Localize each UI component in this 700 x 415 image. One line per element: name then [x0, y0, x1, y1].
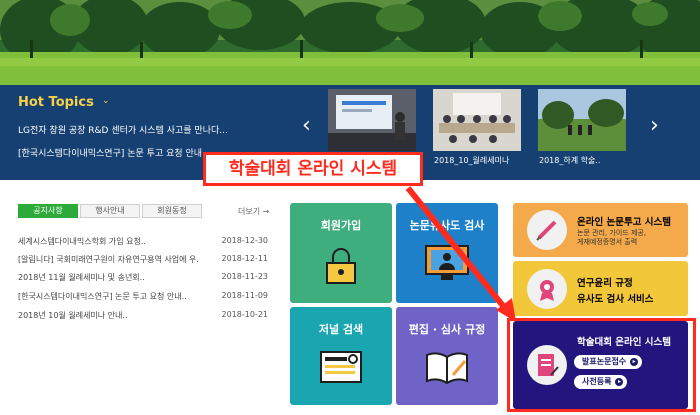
research-ethics-card[interactable]: 연구윤리 규정 유사도 검사 서비스 [513, 261, 688, 316]
highlight-frame [507, 318, 696, 412]
hot-topic-link[interactable]: LG전자 창원 공장 R&D 센터가 시스템 사고를 만나다... [18, 123, 293, 136]
list-item[interactable]: 2018년 10월 월례세미나 안내.. 2018-10-21 [18, 310, 268, 321]
thumbnail-caption: 2018_10_월례세미나 [434, 156, 510, 165]
online-submission-card[interactable]: 온라인 논문투고 시스템 논문 관리, 가이드 제공, 게재예정증명서 출력 [513, 203, 688, 257]
tab-member-news[interactable]: 회원동정 [142, 204, 202, 218]
list-item[interactable]: [한국시스템다이내믹스연구] 논문 투고 요청 안내.. 2018-11-09 [18, 291, 268, 302]
list-item-title: 세계시스템다이내믹스학회 가입 요청.. [18, 237, 146, 246]
list-item-title: [한국시스템다이내믹스연구] 논문 투고 요청 안내.. [18, 292, 187, 301]
lock-icon [326, 248, 356, 284]
page: Hot Topics ⌄ LG전자 창원 공장 R&D 센터가 시스템 사고를 … [0, 0, 700, 415]
journal-search-label: 저널 검색 [318, 323, 364, 336]
tab-events[interactable]: 행사안내 [80, 204, 140, 218]
list-item-date: 2018-11-09 [221, 291, 269, 300]
card-subtitle: 유사도 검사 서비스 [577, 294, 654, 305]
card-subtitle: 논문 관리, 가이드 제공, 게재예정증명서 출력 [577, 229, 647, 246]
similarity-tile[interactable]: 논문유사도 검사 [396, 203, 498, 303]
golf-course-image [0, 0, 700, 85]
list-item-title: 2018년 10월 월례세미나 안내.. [18, 311, 128, 320]
annotation-callout: 학술대회 온라인 시스템 [203, 152, 423, 186]
list-item-title: [알림니다] 국회미래연구원이 자유연구용역 사업에 우... [18, 255, 198, 264]
thumbnail-summer[interactable] [538, 89, 626, 151]
thumbnail-caption: 2018_하계 학술.. [539, 156, 601, 165]
hot-topics-title: Hot Topics [18, 95, 94, 110]
join-tile[interactable]: 회원가입 [290, 203, 392, 303]
monitor-icon [425, 245, 469, 280]
list-item-date: 2018-10-21 [221, 310, 269, 319]
list-item-date: 2018-12-11 [221, 254, 269, 263]
chevron-down-icon[interactable]: ⌄ [102, 96, 110, 106]
list-item[interactable]: 2018년 11월 월례세미나 및 송년회.. 2018-11-23 [18, 272, 268, 283]
list-item-title: 2018년 11월 월례세미나 및 송년회.. [18, 273, 145, 282]
list-item[interactable]: [알림니다] 국회미래연구원이 자유연구용역 사업에 우... 2018-12-… [18, 254, 268, 265]
chevron-right-icon[interactable]: › [650, 113, 659, 138]
notice-tabs: 공지사항 행사안내 회원동정 [18, 204, 202, 218]
more-link[interactable]: 더보기 → [238, 206, 269, 217]
hero-banner [0, 0, 700, 85]
review-rules-label: 편집 · 심사 규정 [408, 323, 486, 336]
search-screen-icon [320, 351, 362, 383]
list-item-date: 2018-12-30 [221, 236, 269, 245]
review-rules-tile[interactable]: 편집 · 심사 규정 [396, 307, 498, 405]
tab-notice[interactable]: 공지사항 [18, 204, 78, 218]
join-label: 회원가입 [320, 219, 362, 232]
thumbnail-seminar-2[interactable] [433, 89, 521, 151]
pen-icon [527, 210, 567, 250]
card-title: 연구윤리 규정 [577, 278, 633, 289]
book-icon [426, 352, 468, 385]
list-item[interactable]: 세계시스템다이내믹스학회 가입 요청.. 2018-12-30 [18, 236, 268, 247]
award-icon [527, 269, 567, 309]
thumbnail-seminar-1[interactable] [328, 89, 416, 151]
similarity-label: 논문유사도 검사 [409, 219, 485, 232]
journal-search-tile[interactable]: 저널 검색 [290, 307, 392, 405]
list-item-date: 2018-11-23 [221, 272, 269, 281]
card-title: 온라인 논문투고 시스템 [577, 217, 672, 228]
chevron-left-icon[interactable]: ‹ [302, 113, 311, 138]
